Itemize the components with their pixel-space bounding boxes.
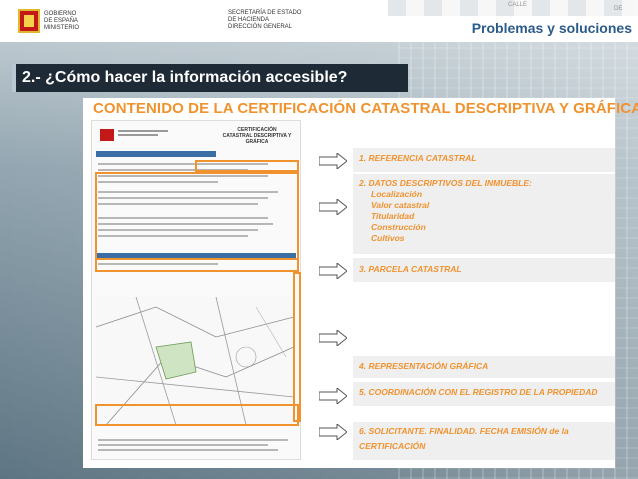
document-title: CERTIFICACIÓN CATASTRAL DESCRIPTIVA Y GR… <box>222 127 292 145</box>
strip-label: CALLE <box>508 2 528 8</box>
catastro-logo-text: SECRETARÍA DE ESTADO DE HACIENDA DIRECCI… <box>228 10 318 31</box>
arrow-right-icon <box>318 386 348 406</box>
content-panel: CONTENIDO DE LA CERTIFICACIÓN CATASTRAL … <box>83 98 638 468</box>
highlight-parcela <box>95 258 299 272</box>
item-4-label: 4. REPRESENTACIÓN GRÁFICA <box>359 361 489 371</box>
logo-line: DE ESPAÑA <box>44 17 78 24</box>
item-2-label: 2. DATOS DESCRIPTIVOS DEL INMUEBLE: Loca… <box>359 178 532 244</box>
highlight-datos <box>95 172 299 260</box>
doc-row <box>98 439 288 441</box>
highlight-coordinacion <box>95 404 299 426</box>
strip-label: DE <box>614 6 623 12</box>
item-6-main: 6. SOLICITANTE. FINALIDAD. FECHA EMISIÓN… <box>359 426 569 436</box>
slide-title-bar: 2.- ¿Cómo hacer la información accesible… <box>12 64 408 92</box>
header-map-strip: CALLE DE <box>388 0 638 16</box>
item-2-main: 2. DATOS DESCRIPTIVOS DEL INMUEBLE: <box>359 178 532 188</box>
item-1-label: 1. REFERENCIA CATASTRAL <box>359 153 477 163</box>
doc-row <box>98 444 268 446</box>
logo-line: MINISTERIO <box>44 24 80 31</box>
doc-row <box>98 449 278 451</box>
arrow-right-icon <box>318 328 348 348</box>
slide-title: 2.- ¿Cómo hacer la información accesible… <box>22 69 348 86</box>
government-logo: GOBIERNO DE ESPAÑA MINISTERIO <box>18 8 168 34</box>
arrow-right-icon <box>318 422 348 442</box>
arrow-right-icon <box>318 261 348 281</box>
arrow-right-icon <box>318 151 348 171</box>
item-5-label: 5. COORDINACIÓN CON EL REGISTRO DE LA PR… <box>359 387 598 397</box>
doc-section-band <box>96 151 216 157</box>
coat-of-arms-icon <box>18 9 40 33</box>
header: CALLE DE GOBIERNO DE ESPAÑA MINISTERIO S… <box>0 0 638 42</box>
logo-line: GOBIERNO <box>44 10 77 17</box>
item-6-sub: CERTIFICACIÓN <box>359 441 426 451</box>
logo2-line: DIRECCIÓN GENERAL <box>228 24 293 30</box>
item-6-label: 6. SOLICITANTE. FINALIDAD. FECHA EMISIÓN… <box>359 426 569 452</box>
item-2-sub: Cultivos <box>371 233 405 243</box>
logo2-line: SECRETARÍA DE ESTADO <box>228 10 302 16</box>
item-2-sub: Construcción <box>371 222 426 232</box>
doc-line <box>118 134 158 136</box>
item-3-label: 3. PARCELA CATASTRAL <box>359 264 462 274</box>
item-2-sub: Localización <box>371 189 423 199</box>
logo2-line: DE HACIENDA <box>228 17 270 23</box>
item-2-sub: Valor catastral <box>371 200 430 210</box>
highlight-referencia <box>195 160 299 172</box>
panel-title: CONTENIDO DE LA CERTIFICACIÓN CATASTRAL … <box>93 100 638 117</box>
arrow-right-icon <box>318 197 348 217</box>
item-2-sub: Titularidad <box>371 211 415 221</box>
header-subtitle: Problemas y soluciones <box>471 20 632 36</box>
highlight-representacion <box>293 272 301 422</box>
doc-line <box>118 130 168 132</box>
document-logo-icon <box>100 129 114 141</box>
